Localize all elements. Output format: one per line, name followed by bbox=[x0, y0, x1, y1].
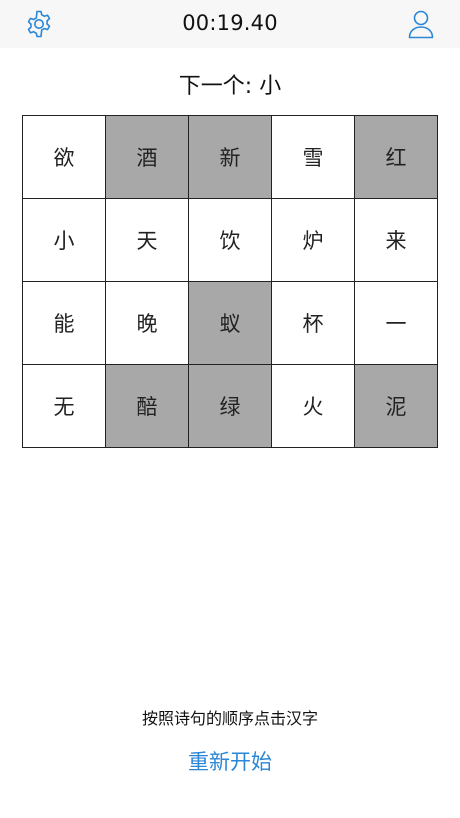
grid-cell[interactable]: 泥 bbox=[355, 365, 438, 448]
grid-cell[interactable]: 酒 bbox=[106, 116, 189, 199]
grid-cell[interactable]: 天 bbox=[106, 199, 189, 282]
next-character: 小 bbox=[259, 74, 282, 99]
game-timer: 00:19.40 bbox=[182, 11, 278, 35]
grid-cell[interactable]: 小 bbox=[23, 199, 106, 282]
grid-cell[interactable]: 杯 bbox=[272, 282, 355, 365]
grid-cell[interactable]: 炉 bbox=[272, 199, 355, 282]
grid-cell[interactable]: 晚 bbox=[106, 282, 189, 365]
profile-button[interactable] bbox=[405, 8, 437, 40]
user-icon bbox=[408, 10, 434, 39]
grid-cell[interactable]: 一 bbox=[355, 282, 438, 365]
grid-cell[interactable]: 新 bbox=[189, 116, 272, 199]
grid-cell[interactable]: 无 bbox=[23, 365, 106, 448]
grid-cell[interactable]: 雪 bbox=[272, 116, 355, 199]
grid-cell[interactable]: 蚁 bbox=[189, 282, 272, 365]
grid-cell[interactable]: 饮 bbox=[189, 199, 272, 282]
grid-cell[interactable]: 绿 bbox=[189, 365, 272, 448]
grid-cell[interactable]: 醅 bbox=[106, 365, 189, 448]
grid-cell[interactable]: 红 bbox=[355, 116, 438, 199]
grid-cell[interactable]: 能 bbox=[23, 282, 106, 365]
restart-button[interactable]: 重新开始 bbox=[170, 746, 290, 776]
grid-cell[interactable]: 火 bbox=[272, 365, 355, 448]
grid-cell[interactable]: 欲 bbox=[23, 116, 106, 199]
character-grid: 欲酒新雪红小天饮炉来能晚蚁杯一无醅绿火泥 bbox=[22, 115, 438, 448]
grid-cell[interactable]: 来 bbox=[355, 199, 438, 282]
instruction-text: 按照诗句的顺序点击汉字 bbox=[141, 709, 318, 728]
top-bar: 00:19.40 bbox=[0, 0, 460, 48]
next-character-prompt: 下一个: 小 bbox=[0, 68, 460, 100]
next-label: 下一个: bbox=[178, 74, 260, 99]
